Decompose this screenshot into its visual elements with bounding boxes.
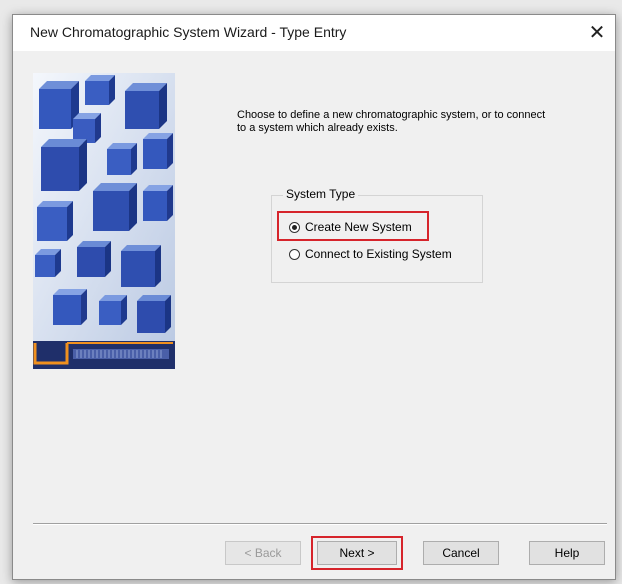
system-type-legend: System Type xyxy=(283,187,359,201)
help-button[interactable]: Help xyxy=(529,541,605,565)
footer-separator xyxy=(33,523,607,525)
radio-unselected-icon[interactable] xyxy=(289,248,300,260)
highlight-create-new xyxy=(277,211,429,241)
back-button[interactable]: < Back xyxy=(225,541,301,565)
radio-label-connect-existing[interactable]: Connect to Existing System xyxy=(305,247,452,261)
blue-cubes-illustration xyxy=(33,73,175,369)
close-icon[interactable]: ✕ xyxy=(579,15,615,51)
cancel-button[interactable]: Cancel xyxy=(423,541,499,565)
window-title: New Chromatographic System Wizard - Type… xyxy=(30,24,347,40)
wizard-window: New Chromatographic System Wizard - Type… xyxy=(12,14,616,580)
title-bar: New Chromatographic System Wizard - Type… xyxy=(13,15,615,51)
instructions-text: Choose to define a new chromatographic s… xyxy=(237,109,546,134)
radio-connect-existing[interactable]: Connect to Existing System xyxy=(289,247,452,261)
cubes-graphic xyxy=(33,73,175,369)
highlight-next xyxy=(311,536,403,570)
